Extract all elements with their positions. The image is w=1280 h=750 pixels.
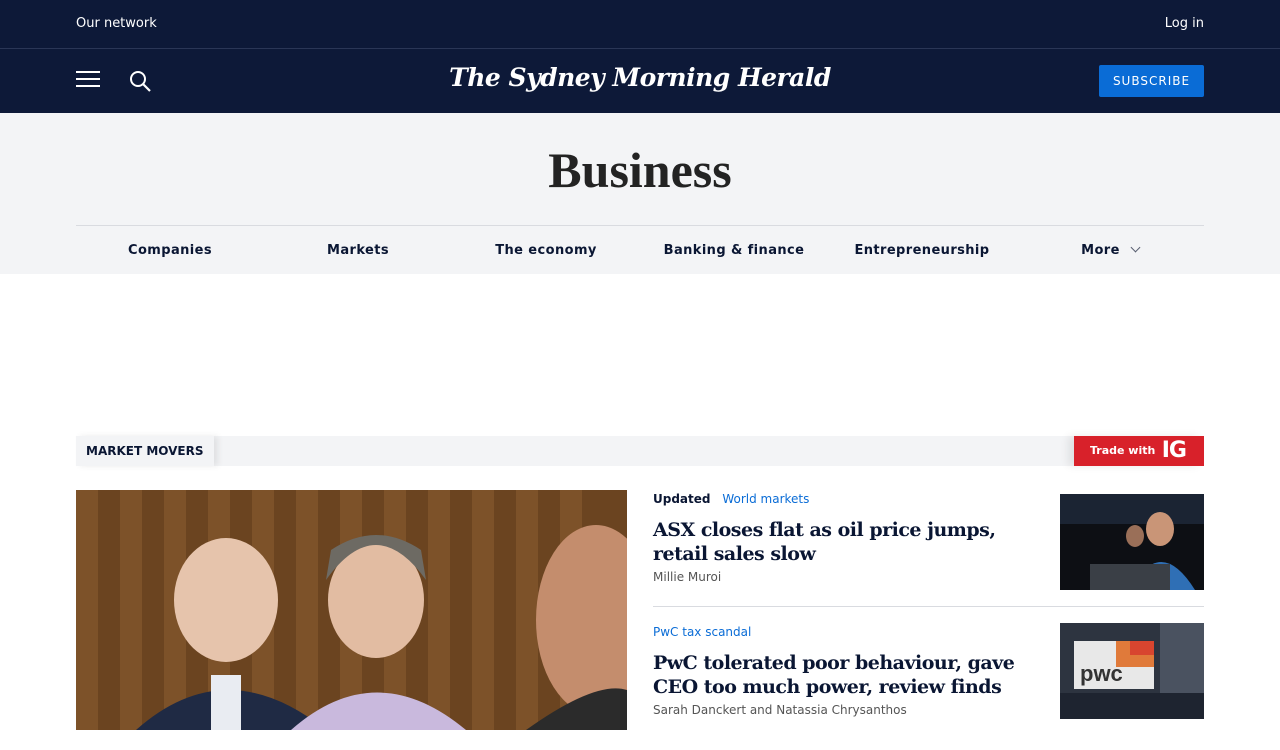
page-title: Business (548, 142, 732, 198)
nav-item-markets[interactable]: Markets (264, 243, 452, 258)
nav-item-banking-finance[interactable]: Banking & finance (640, 243, 828, 258)
story-tag[interactable]: PwC tax scandal (653, 625, 751, 639)
section-nav: Companies Markets The economy Banking & … (76, 225, 1204, 274)
chevron-down-icon (1130, 242, 1141, 252)
market-movers-bar: MARKET MOVERS Trade with IG (76, 436, 1204, 466)
ig-logo: IG (1161, 438, 1187, 463)
top-utility-bar: Our network Log in (0, 0, 1280, 49)
ad-placeholder (0, 274, 1280, 436)
svg-text:pwc: pwc (1080, 661, 1123, 686)
story-thumbnail[interactable] (1060, 494, 1204, 590)
masthead-logo[interactable]: The Sydney Morning Herald (0, 63, 1280, 92)
hero-image[interactable] (76, 490, 627, 730)
nav-item-entrepreneurship[interactable]: Entrepreneurship (828, 243, 1016, 258)
story-item[interactable]: Updated World markets ASX closes flat as… (653, 490, 1204, 607)
main-header: The Sydney Morning Herald SUBSCRIBE (0, 49, 1280, 113)
lead-stories: Updated World markets ASX closes flat as… (76, 490, 1204, 750)
story-thumbnail[interactable]: pwc (1060, 623, 1204, 719)
story-headline[interactable]: ASX closes flat as oil price jumps, reta… (653, 518, 1033, 566)
sponsor-text: Trade with (1090, 444, 1156, 457)
our-network-link[interactable]: Our network (76, 16, 157, 31)
market-movers-label: MARKET MOVERS (76, 436, 214, 466)
story-tag[interactable]: World markets (722, 492, 809, 506)
nav-item-economy[interactable]: The economy (452, 243, 640, 258)
story-list: Updated World markets ASX closes flat as… (653, 490, 1204, 739)
subscribe-button[interactable]: SUBSCRIBE (1099, 65, 1204, 97)
section-header: Business Companies Markets The economy B… (0, 113, 1280, 274)
story-headline[interactable]: PwC tolerated poor behaviour, gave CEO t… (653, 651, 1033, 699)
nav-item-companies[interactable]: Companies (76, 243, 264, 258)
nav-item-more[interactable]: More (1016, 242, 1204, 258)
story-item[interactable]: PwC tax scandal PwC tolerated poor behav… (653, 623, 1204, 739)
sponsor-trade-button[interactable]: Trade with IG (1074, 436, 1204, 466)
login-link[interactable]: Log in (1165, 16, 1204, 31)
updated-badge: Updated (653, 492, 711, 506)
nav-more-label: More (1081, 242, 1120, 258)
